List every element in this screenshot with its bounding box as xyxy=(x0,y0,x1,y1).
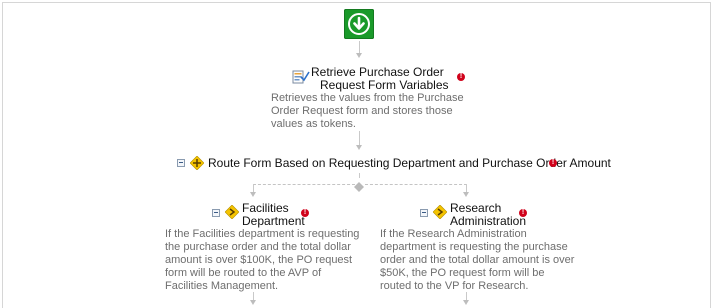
connector-line xyxy=(253,292,254,300)
retrieve-desc-line3: values as tokens. xyxy=(271,118,356,130)
branch-desc-line: the purchase order and the total dollar xyxy=(165,241,351,253)
error-icon[interactable]: ! xyxy=(519,209,527,217)
download-arrow-icon xyxy=(348,13,370,35)
branch-desc-line: form will be routed to the AVP of xyxy=(165,267,322,279)
error-icon[interactable]: ! xyxy=(457,73,465,81)
branch-desc-line: If the Research Administration xyxy=(380,228,527,240)
error-icon[interactable]: ! xyxy=(301,209,309,217)
connector-arrow xyxy=(463,300,469,305)
branch-research-description: If the Research Administration departmen… xyxy=(380,228,590,293)
connector-line xyxy=(359,173,360,178)
start-node[interactable] xyxy=(344,9,374,39)
connector-line xyxy=(359,131,360,145)
branch-research-title[interactable]: Research Administration xyxy=(450,202,526,228)
retrieve-title-line2: Request Form Variables xyxy=(320,78,449,92)
error-icon[interactable]: ! xyxy=(549,159,557,167)
connector-line xyxy=(359,41,360,53)
branch-desc-line: routed to the VP for Research. xyxy=(380,280,529,292)
branch-desc-line: amount is over $100K, the PO request xyxy=(165,254,353,266)
branch-desc-line: order and the total dollar amount is ove… xyxy=(380,254,575,266)
branch-desc-line: $50K, the PO request form will be xyxy=(380,267,545,279)
connector-arrow xyxy=(463,192,469,197)
branch-connector xyxy=(365,184,467,185)
collapse-toggle[interactable] xyxy=(212,209,220,217)
branch-title-line2: Administration xyxy=(450,214,527,228)
branch-icon xyxy=(224,204,240,220)
connector-arrow xyxy=(250,300,256,305)
form-variables-icon xyxy=(292,69,310,85)
route-icon xyxy=(189,155,205,171)
retrieve-desc-line1: Retrieves the values from the Purchase xyxy=(271,92,464,104)
connector-arrow xyxy=(356,53,362,58)
retrieve-desc-line2: Order Request form and stores those xyxy=(271,105,453,117)
collapse-toggle[interactable] xyxy=(420,209,428,217)
branch-diamond-icon xyxy=(354,179,364,192)
connector-arrow xyxy=(356,145,362,150)
retrieve-step-description: Retrieves the values from the Purchase O… xyxy=(271,92,471,131)
branch-desc-line: If the Facilities department is requesti… xyxy=(165,228,360,240)
branch-desc-line: Facilities Management. xyxy=(165,280,279,292)
branch-icon xyxy=(432,204,448,220)
collapse-toggle[interactable] xyxy=(177,159,185,167)
connector-line xyxy=(466,292,467,300)
retrieve-step-title[interactable]: Retrieve Purchase Order Request Form Var… xyxy=(311,66,461,92)
connector-arrow xyxy=(250,192,256,197)
branch-connector xyxy=(253,184,355,185)
branch-facilities-title[interactable]: Facilities Department xyxy=(242,202,305,228)
branch-title-line2: Department xyxy=(242,214,305,228)
branch-desc-line: department is requesting the purchase xyxy=(380,241,568,253)
branch-facilities-description: If the Facilities department is requesti… xyxy=(165,228,365,293)
